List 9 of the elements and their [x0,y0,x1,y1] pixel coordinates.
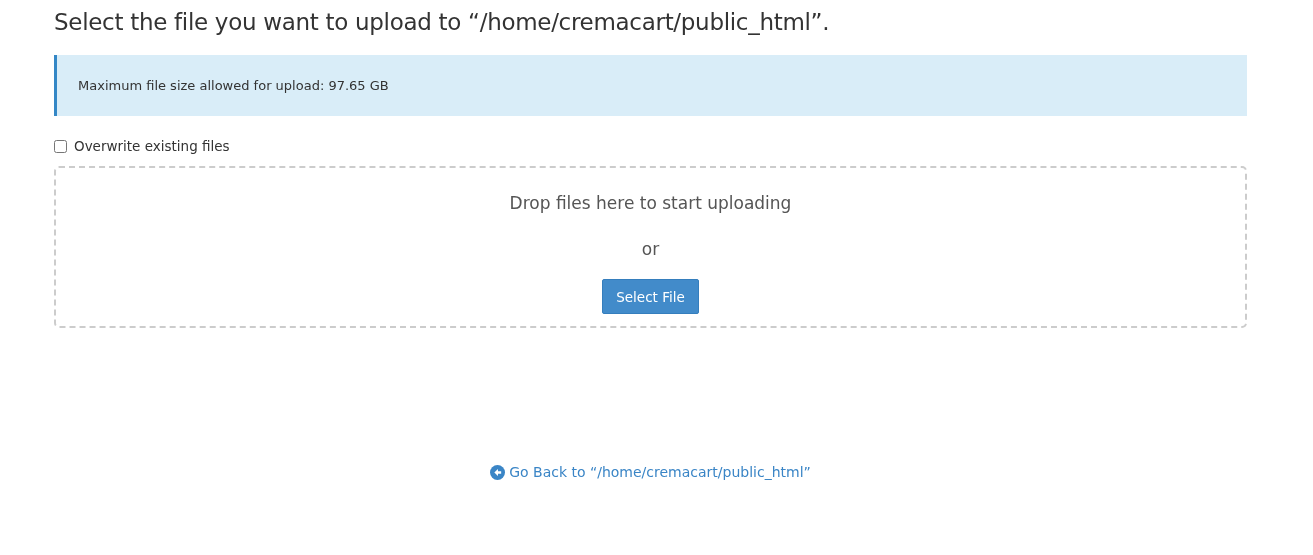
select-file-button[interactable]: Select File [602,279,699,314]
alert-text: Maximum file size allowed for upload: 97.65 GB [78,78,389,93]
page-title: Select the file you want to upload to “/home/cremacart/public_html”. [54,8,831,37]
drop-prompt: Drop files here to start uploading [509,192,792,215]
drop-zone[interactable]: Drop files here to start uploading or Select File [54,166,1247,328]
checkbox-label: Overwrite existing files [74,138,230,154]
back-link[interactable]: Go Back to “/home/cremacart/public_html” [490,464,811,480]
separator-text: or [641,238,660,261]
overwrite-checkbox[interactable] [54,139,67,153]
